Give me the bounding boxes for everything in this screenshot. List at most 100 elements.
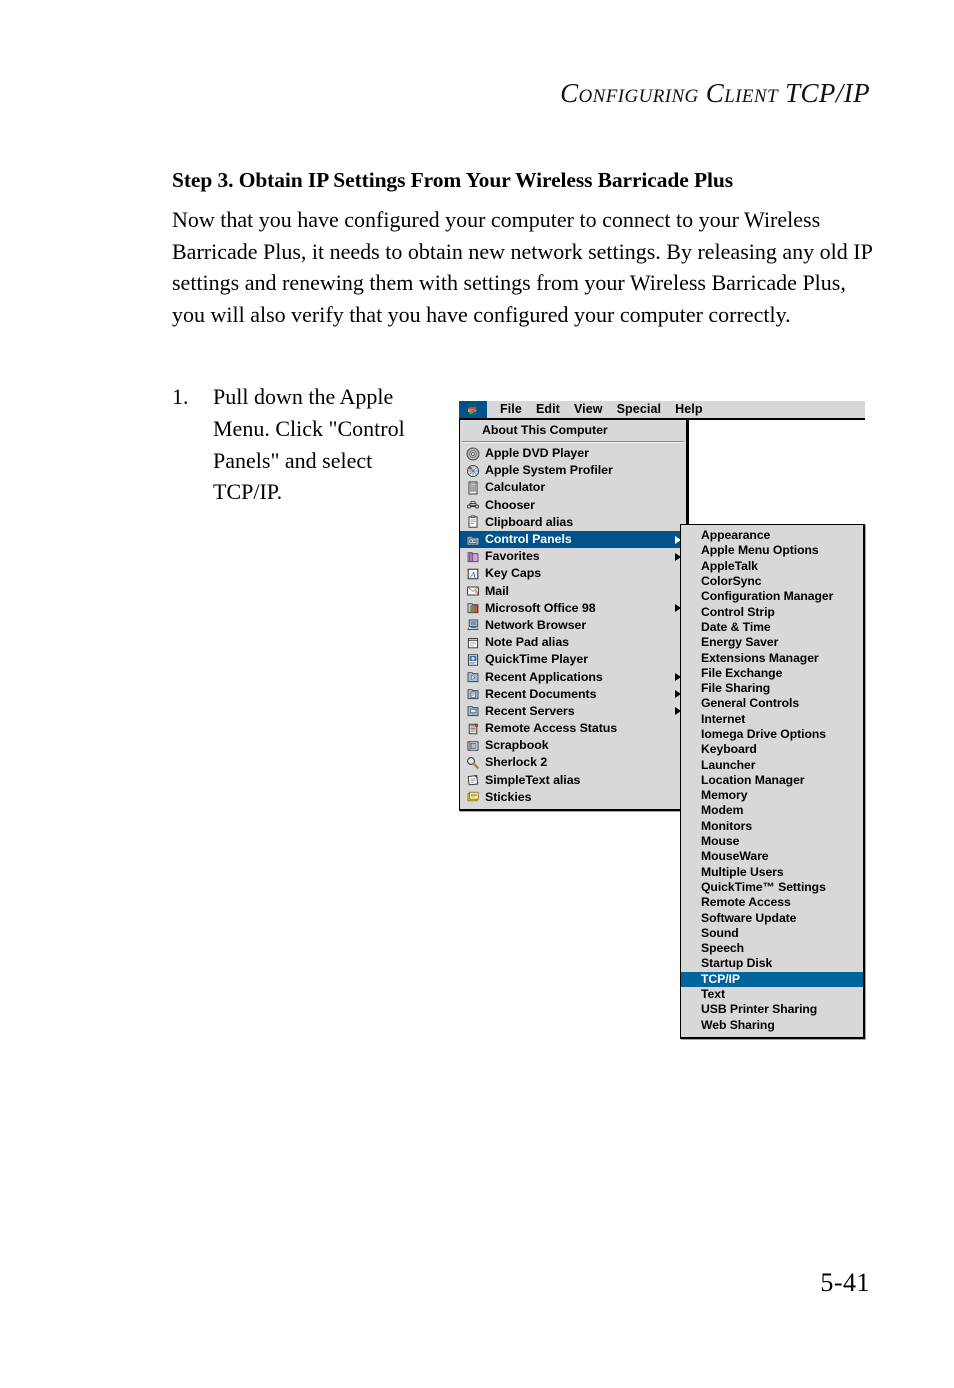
submenu-item-colorsync[interactable]: ColorSync — [681, 574, 863, 589]
menu-item-remote-access-status[interactable]: Remote Access Status — [460, 720, 686, 737]
menu-item-control-panels[interactable]: Control Panels — [460, 530, 686, 549]
submenu-item-label: QuickTime™ Settings — [701, 879, 826, 894]
submenu-item-label: File Sharing — [701, 681, 771, 696]
menu-item-label: Mail — [485, 583, 509, 598]
scrapbook-icon — [466, 739, 480, 753]
menu-item-about-this-computer[interactable]: About This Computer — [460, 422, 686, 439]
submenu-item-general-controls[interactable]: General Controls — [681, 696, 863, 711]
submenu-item-label: USB Printer Sharing — [701, 1002, 818, 1017]
menu-item-label: Recent Applications — [485, 669, 603, 684]
submenu-item-label: Multiple Users — [701, 864, 784, 879]
submenu-item-launcher[interactable]: Launcher — [681, 757, 863, 772]
menu-item-label: Remote Access Status — [485, 721, 618, 736]
menu-item-label: Calculator — [485, 480, 546, 495]
menu-view[interactable]: View — [567, 401, 610, 418]
menu-item-quicktime-player[interactable]: QuickTime Player — [460, 651, 686, 668]
menu-item-stickies[interactable]: Stickies — [460, 789, 686, 806]
stickies-icon — [466, 790, 480, 804]
submenu-item-configuration-manager[interactable]: Configuration Manager — [681, 589, 863, 604]
quicktime-icon — [466, 653, 480, 667]
menu-item-label: Scrapbook — [485, 738, 549, 753]
submenu-item-mouseware[interactable]: MouseWare — [681, 849, 863, 864]
submenu-item-label: Location Manager — [701, 772, 805, 787]
submenu-item-control-strip[interactable]: Control Strip — [681, 604, 863, 619]
menu-item-label: Favorites — [485, 549, 540, 564]
menu-item-key-caps[interactable]: A Key Caps — [460, 565, 686, 582]
apple-menu-button[interactable] — [459, 401, 487, 418]
menu-item-network-browser[interactable]: Network Browser — [460, 617, 686, 634]
submenu-item-label: Web Sharing — [701, 1017, 775, 1032]
submenu-item-memory[interactable]: Memory — [681, 788, 863, 803]
menu-item-favorites[interactable]: Favorites — [460, 548, 686, 565]
submenu-item-label: TCP/IP — [701, 971, 740, 986]
clipboard-icon — [466, 515, 480, 529]
menu-item-label: Sherlock 2 — [485, 755, 548, 770]
submenu-item-label: AppleTalk — [701, 558, 758, 573]
menu-item-simpletext-alias[interactable]: SimpleText alias — [460, 772, 686, 789]
submenu-item-mouse[interactable]: Mouse — [681, 834, 863, 849]
menu-item-label: Key Caps — [485, 566, 542, 581]
submenu-item-energy-saver[interactable]: Energy Saver — [681, 635, 863, 650]
menu-help[interactable]: Help — [668, 401, 710, 418]
submenu-item-modem[interactable]: Modem — [681, 803, 863, 818]
submenu-item-usb-printer-sharing[interactable]: USB Printer Sharing — [681, 1002, 863, 1017]
submenu-item-label: File Exchange — [701, 665, 783, 680]
submenu-item-extensions-manager[interactable]: Extensions Manager — [681, 650, 863, 665]
menu-item-calculator[interactable]: Calculator — [460, 479, 686, 496]
submenu-item-web-sharing[interactable]: Web Sharing — [681, 1018, 863, 1033]
submenu-item-label: Text — [701, 987, 725, 1002]
menu-item-clipboard-alias[interactable]: Clipboard alias — [460, 514, 686, 531]
menu-item-recent-documents[interactable]: Recent Documents — [460, 686, 686, 703]
body-paragraph: Now that you have configured your comput… — [172, 207, 872, 327]
menu-item-apple-dvd-player[interactable]: Apple DVD Player — [460, 445, 686, 462]
submenu-item-label: Configuration Manager — [701, 589, 834, 604]
menu-item-chooser[interactable]: Chooser — [460, 497, 686, 514]
submenu-item-apple-menu-options[interactable]: Apple Menu Options — [681, 543, 863, 558]
control-panels-submenu: Appearance Apple Menu Options AppleTalk … — [680, 524, 865, 1039]
submenu-item-iomega-drive-options[interactable]: Iomega Drive Options — [681, 727, 863, 742]
list-item: 1. Pull down the Apple Menu. Click "Cont… — [172, 381, 442, 508]
submenu-item-quicktime-settings[interactable]: QuickTime™ Settings — [681, 880, 863, 895]
remote-access-icon — [466, 722, 480, 736]
apple-menu-dropdown: About This Computer Apple DVD Player App… — [459, 420, 688, 811]
menu-item-apple-system-profiler[interactable]: Apple System Profiler — [460, 462, 686, 479]
submenu-item-text[interactable]: Text — [681, 987, 863, 1002]
menu-separator — [462, 441, 684, 443]
submenu-item-label: Iomega Drive Options — [701, 727, 826, 741]
submenu-item-appletalk[interactable]: AppleTalk — [681, 559, 863, 574]
submenu-item-date-and-time[interactable]: Date & Time — [681, 620, 863, 635]
submenu-item-appearance[interactable]: Appearance — [681, 528, 863, 543]
menu-item-recent-servers[interactable]: Recent Servers — [460, 703, 686, 720]
submenu-item-multiple-users[interactable]: Multiple Users — [681, 865, 863, 880]
submenu-item-remote-access[interactable]: Remote Access — [681, 895, 863, 910]
submenu-item-tcp-ip[interactable]: TCP/IP — [681, 971, 863, 987]
submenu-item-label: Extensions Manager — [701, 650, 819, 665]
submenu-item-label: Date & Time — [701, 619, 771, 634]
menu-edit[interactable]: Edit — [529, 401, 567, 418]
menu-special[interactable]: Special — [610, 401, 668, 418]
submenu-item-startup-disk[interactable]: Startup Disk — [681, 956, 863, 971]
menu-item-sherlock-2[interactable]: Sherlock 2 — [460, 754, 686, 771]
menu-item-mail[interactable]: Mail — [460, 583, 686, 600]
system-profiler-icon — [466, 464, 480, 478]
menu-file[interactable]: File — [493, 401, 529, 418]
submenu-item-monitors[interactable]: Monitors — [681, 819, 863, 834]
submenu-item-label: Energy Saver — [701, 635, 779, 650]
submenu-item-sound[interactable]: Sound — [681, 926, 863, 941]
submenu-item-file-sharing[interactable]: File Sharing — [681, 681, 863, 696]
menu-item-microsoft-office-98[interactable]: Microsoft Office 98 — [460, 600, 686, 617]
submenu-item-label: General Controls — [701, 696, 800, 711]
submenu-item-software-update[interactable]: Software Update — [681, 910, 863, 925]
favorites-folder-icon — [466, 550, 480, 564]
menu-item-recent-applications[interactable]: Recent Applications — [460, 668, 686, 685]
submenu-item-file-exchange[interactable]: File Exchange — [681, 666, 863, 681]
menu-item-label: Recent Documents — [485, 686, 597, 701]
menu-item-label: Note Pad alias — [485, 635, 570, 650]
submenu-item-location-manager[interactable]: Location Manager — [681, 773, 863, 788]
menu-item-scrapbook[interactable]: Scrapbook — [460, 737, 686, 754]
submenu-item-keyboard[interactable]: Keyboard — [681, 742, 863, 757]
key-caps-icon: A — [466, 567, 480, 581]
menu-item-note-pad-alias[interactable]: Note Pad alias — [460, 634, 686, 651]
submenu-item-speech[interactable]: Speech — [681, 941, 863, 956]
submenu-item-internet[interactable]: Internet — [681, 712, 863, 727]
